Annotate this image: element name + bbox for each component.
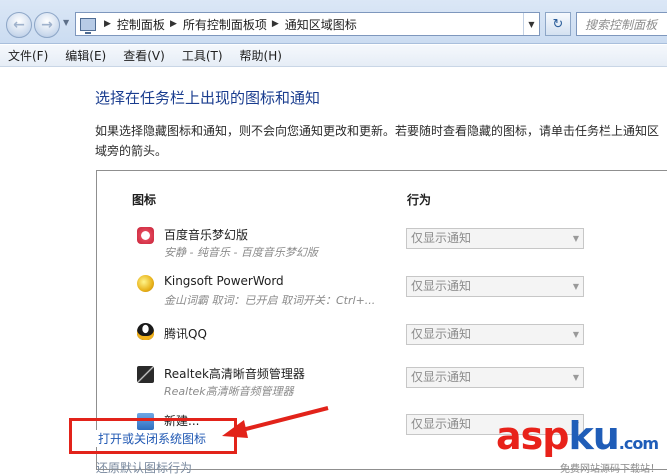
search-placeholder: 搜索控制面板 — [585, 17, 658, 32]
behavior-value: 仅显示通知 — [411, 327, 472, 341]
behavior-select[interactable]: 仅显示通知 ▼ — [406, 228, 584, 249]
qq-penguin-icon — [137, 323, 154, 340]
list-item: Realtek高清晰音频管理器 Realtek高清晰音频管理器 仅显示通知 ▼ — [97, 360, 667, 404]
page-description: 如果选择隐藏图标和通知，则不会向您通知更改和更新。若要随时查看隐藏的图标，请单击… — [95, 124, 660, 158]
behavior-select[interactable]: 仅显示通知 ▼ — [406, 367, 584, 388]
behavior-select[interactable]: 仅显示通知 ▼ — [406, 276, 584, 297]
breadcrumb-separator-icon[interactable]: ▶ — [104, 19, 111, 29]
watermark-subtitle: 免费网站源码下载站！ — [560, 464, 660, 475]
app-name: 腾讯QQ — [164, 327, 207, 341]
chevron-down-icon: ▼ — [572, 282, 579, 291]
kingsoft-powerword-icon — [137, 275, 154, 292]
list-item: Kingsoft PowerWord 金山词霸 取词：已开启 取词开关：Ctrl… — [97, 269, 667, 313]
list-header: 图标 行为 — [97, 171, 667, 207]
breadcrumb[interactable]: ▶ 控制面板 ▶ 所有控制面板项 ▶ 通知区域图标 ▼ — [75, 12, 540, 36]
baidu-music-icon — [137, 227, 154, 244]
refresh-icon: ↻ — [552, 16, 564, 32]
behavior-value: 仅显示通知 — [411, 370, 472, 384]
breadcrumb-control-panel[interactable]: 控制面板 — [117, 16, 165, 33]
chevron-down-icon: ▼ — [572, 234, 579, 243]
refresh-button[interactable]: ↻ — [545, 12, 571, 36]
restore-defaults-link[interactable]: 还原默认图标行为 — [96, 459, 192, 476]
app-subtitle: Realtek高清晰音频管理器 — [164, 385, 294, 398]
menu-bar: 文件(F) 编辑(E) 查看(V) 工具(T) 帮助(H) — [0, 45, 667, 67]
menu-edit[interactable]: 编辑(E) — [65, 47, 106, 64]
recent-pages-chevron-icon[interactable]: ▼ — [63, 18, 69, 27]
forward-button[interactable]: → — [34, 12, 60, 38]
chevron-down-icon: ▼ — [572, 330, 579, 339]
breadcrumb-all-items[interactable]: 所有控制面板项 — [183, 16, 267, 33]
menu-view[interactable]: 查看(V) — [123, 47, 165, 64]
app-subtitle: 金山词霸 取词：已开启 取词开关：Ctrl+... — [164, 294, 376, 307]
back-arrow-icon: ← — [13, 17, 25, 33]
annotation-arrow-icon — [222, 406, 329, 438]
behavior-select[interactable]: 仅显示通知 ▼ — [406, 324, 584, 345]
app-name: Realtek高清晰音频管理器 — [164, 367, 305, 381]
breadcrumb-separator-icon[interactable]: ▶ — [272, 19, 279, 29]
address-dropdown-icon[interactable]: ▼ — [523, 13, 539, 35]
realtek-audio-icon — [137, 366, 154, 383]
breadcrumb-notification-icons[interactable]: 通知区域图标 — [285, 16, 357, 33]
back-button[interactable]: ← — [6, 12, 32, 38]
watermark-logo: aspku.com — [496, 414, 659, 458]
menu-tools[interactable]: 工具(T) — [182, 47, 223, 64]
menu-help[interactable]: 帮助(H) — [240, 47, 282, 64]
menu-file[interactable]: 文件(F) — [8, 47, 48, 64]
behavior-value: 仅显示通知 — [411, 231, 472, 245]
forward-arrow-icon: → — [41, 17, 53, 33]
list-item: 百度音乐梦幻版 安静 - 纯音乐 - 百度音乐梦幻版 仅显示通知 ▼ — [97, 221, 667, 265]
app-name: Kingsoft PowerWord — [164, 274, 284, 288]
app-subtitle: 安静 - 纯音乐 - 百度音乐梦幻版 — [164, 246, 318, 259]
column-header-behavior: 行为 — [407, 193, 432, 207]
computer-icon — [80, 17, 96, 34]
behavior-value: 仅显示通知 — [411, 417, 472, 431]
search-input[interactable]: 搜索控制面板 — [576, 12, 667, 36]
column-header-icons: 图标 — [132, 193, 157, 207]
page-title: 选择在任务栏上出现的图标和通知 — [95, 89, 321, 107]
behavior-value: 仅显示通知 — [411, 279, 472, 293]
chevron-down-icon: ▼ — [572, 373, 579, 382]
app-name: 百度音乐梦幻版 — [164, 228, 249, 242]
watermark: aspku.com 免费网站源码下载站！ — [490, 414, 667, 476]
address-bar: ← → ▼ ▶ 控制面板 ▶ 所有控制面板项 ▶ 通知区域图标 ▼ ↻ 搜索控制… — [0, 0, 667, 44]
list-item: 腾讯QQ 仅显示通知 ▼ — [97, 317, 667, 361]
breadcrumb-separator-icon[interactable]: ▶ — [170, 19, 177, 29]
